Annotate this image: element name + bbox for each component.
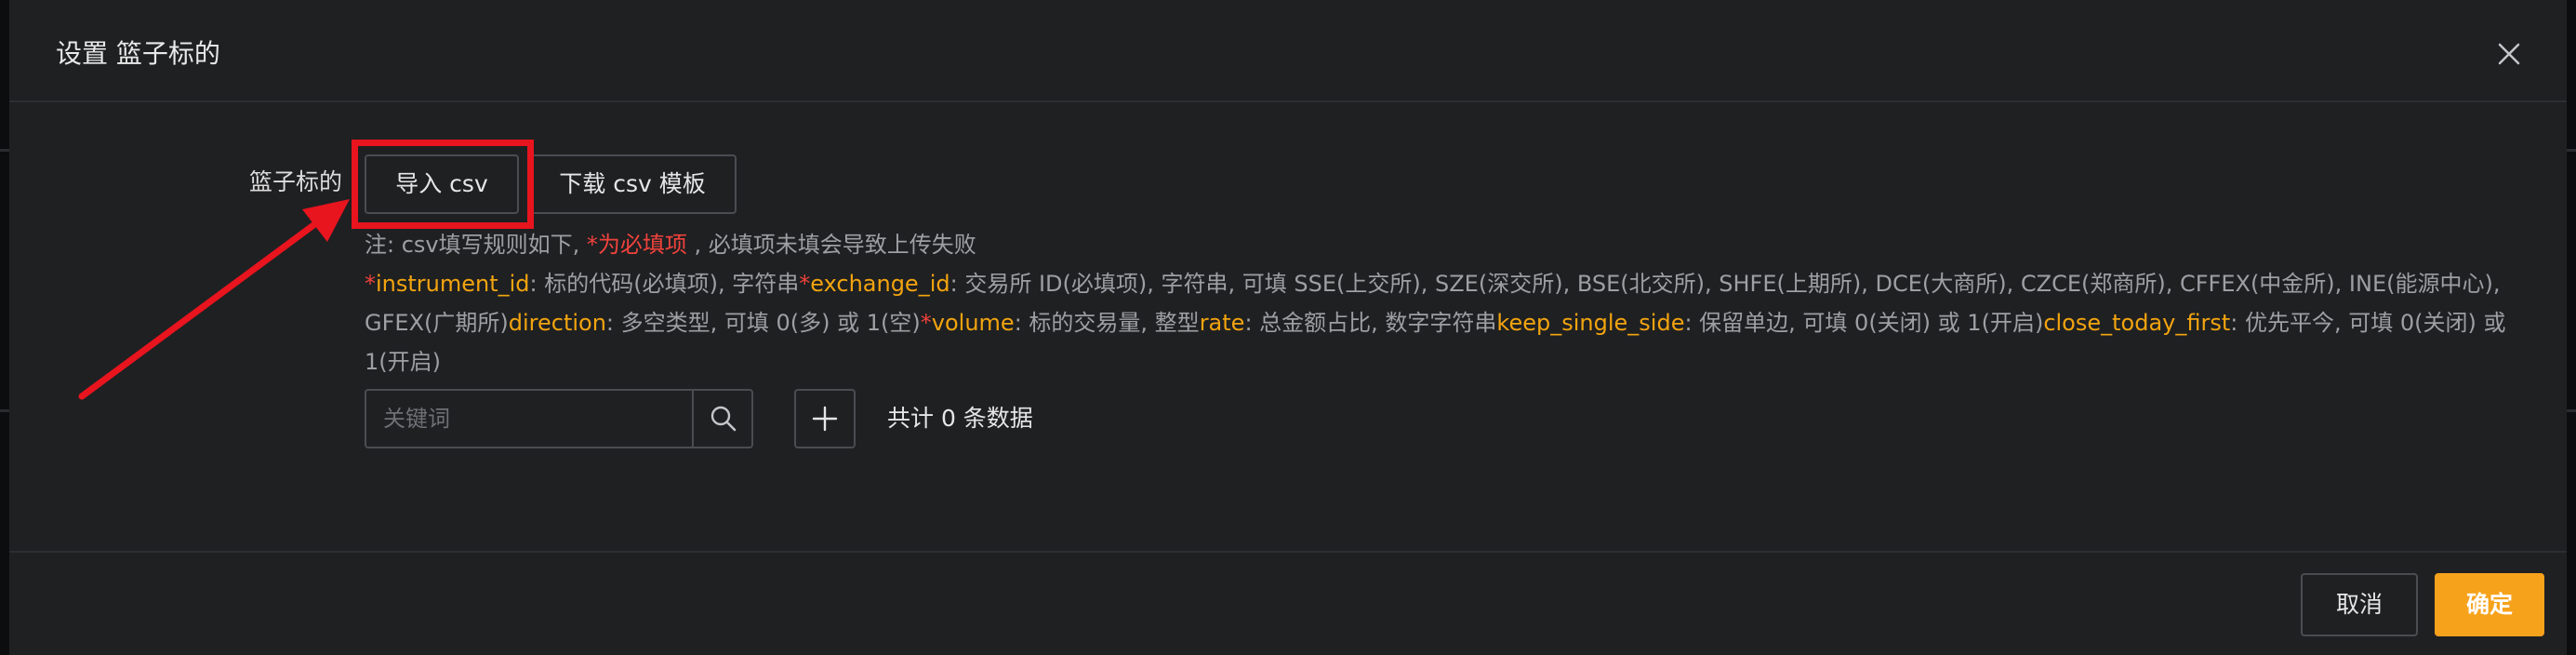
field-desc: : 保留单边, 可填 0(关闭) 或 1(开启) xyxy=(1684,310,2044,336)
page: 设置 篮子标的 篮子标的 导入 csv 下载 csv 模板 注: csv填写规则… xyxy=(0,0,2576,655)
field-name-close-today-first: close_today_first xyxy=(2043,310,2231,336)
basket-dialog: 设置 篮子标的 篮子标的 导入 csv 下载 csv 模板 注: csv填写规则… xyxy=(9,0,2567,655)
field-descriptions: *instrument_id: 标的代码(必填项), 字符串*exchange_… xyxy=(365,264,2531,381)
field-desc: : 标的代码(必填项), 字符串 xyxy=(529,271,800,297)
required-star: * xyxy=(920,310,932,336)
total-count: 共计 0 条数据 xyxy=(887,405,1033,432)
background-mark xyxy=(2567,149,2576,152)
field-name-instrument-id: instrument_id xyxy=(376,271,530,297)
search-button[interactable] xyxy=(692,391,751,447)
background-mark xyxy=(0,149,9,152)
field-name-exchange-id: exchange_id xyxy=(810,271,950,297)
search-icon xyxy=(710,406,737,432)
required-marker: *为必填项 xyxy=(586,232,687,258)
note-suffix: , 必填项未填会导致上传失败 xyxy=(686,232,976,258)
dialog-footer xyxy=(9,551,2567,655)
field-desc: : 多空类型, 可填 0(多) 或 1(空) xyxy=(605,310,921,336)
required-star: * xyxy=(365,271,376,297)
add-button[interactable] xyxy=(794,389,856,448)
background-mark xyxy=(2567,409,2576,412)
close-icon xyxy=(2498,43,2520,65)
background-app-left xyxy=(0,0,9,655)
note-prefix: 注: csv填写规则如下, xyxy=(365,232,587,258)
basket-label: 篮子标的 xyxy=(249,168,343,195)
field-name-keep-single-side: keep_single_side xyxy=(1496,310,1685,336)
field-name-rate: rate xyxy=(1199,310,1245,336)
field-name-volume: volume xyxy=(931,310,1015,336)
field-name-direction: direction xyxy=(508,310,606,336)
search-box xyxy=(365,389,753,448)
confirm-button[interactable]: 确定 xyxy=(2435,573,2544,636)
field-desc: : 标的交易量, 整型 xyxy=(1014,310,1200,336)
background-app-right xyxy=(2567,0,2576,655)
download-csv-template-button[interactable]: 下载 csv 模板 xyxy=(528,154,737,214)
search-input[interactable] xyxy=(366,391,692,447)
required-star: * xyxy=(799,271,811,297)
close-button[interactable] xyxy=(2489,33,2530,74)
plus-icon xyxy=(812,406,838,432)
annotation-arrow-icon xyxy=(78,199,350,400)
cancel-button[interactable]: 取消 xyxy=(2301,573,2418,636)
csv-rules-note: 注: csv填写规则如下, *为必填项 , 必填项未填会导致上传失败 xyxy=(365,225,976,264)
dialog-title: 设置 篮子标的 xyxy=(56,38,220,69)
import-csv-button[interactable]: 导入 csv xyxy=(365,154,519,214)
background-mark xyxy=(0,409,9,412)
dialog-header: 设置 篮子标的 xyxy=(9,0,2567,102)
field-desc: : 总金额占比, 数字字符串 xyxy=(1244,310,1497,336)
